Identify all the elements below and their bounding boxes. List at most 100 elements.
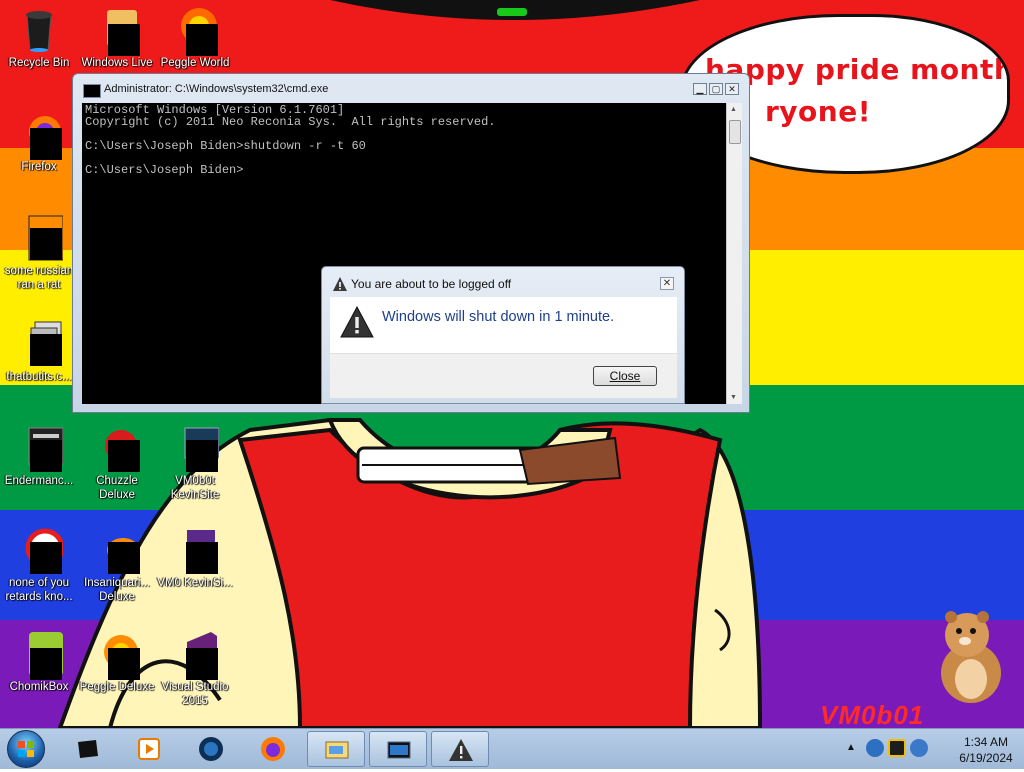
warning-icon (333, 277, 347, 291)
redacted-icon-block (108, 24, 140, 56)
peggle-deluxe-icon (93, 630, 141, 680)
speech-line-1: happy pride month (705, 53, 1010, 86)
file-icon (15, 214, 64, 262)
stack-windows-icon (15, 320, 63, 368)
desktop-icon-vm0-kevinsite[interactable]: VM0 KevinSi... (156, 526, 234, 590)
network-tray-icon[interactable] (866, 739, 884, 757)
desktop-icon-label: none of you retards kno... (5, 577, 73, 603)
desktop-icon-label: Peggle World (160, 57, 230, 69)
desktop-icon-visual-studio-2015[interactable]: Visual Studio 2015 (156, 630, 234, 708)
desktop-icon-label: Firefox (21, 161, 57, 173)
desktop-icon-recycle-bin[interactable]: Recycle Bin (0, 6, 78, 70)
close-window-button[interactable]: ✕ (725, 83, 739, 95)
taskbar: ▲ 1:34 AM 6/19/2024 (0, 728, 1024, 769)
taskbar-terminal-app[interactable] (58, 731, 116, 767)
window-app-icon (15, 424, 64, 472)
console-line: Copyright (c) 2011 Neo Reconia Sys. All … (85, 115, 496, 129)
redacted-icon-block (30, 334, 62, 366)
scroll-down-arrow-icon[interactable]: ▼ (730, 394, 737, 401)
redacted-icon-block (30, 440, 62, 472)
chuzzle-icon (93, 424, 141, 472)
cmd-window-icon (387, 741, 411, 759)
desktop-icon-peggle-deluxe[interactable]: Peggle Deluxe (78, 630, 156, 694)
hamster-image (941, 611, 1001, 703)
clock-time[interactable]: 1:34 AM (948, 735, 1024, 749)
taskbar-warning-window[interactable] (431, 731, 489, 767)
redacted-icon-block (186, 648, 218, 680)
wallpaper-watermark: VM0b01 (820, 700, 925, 728)
desktop-icon-label: Recycle Bin (8, 57, 70, 69)
cmd-title: Administrator: C:\Windows\system32\cmd.e… (104, 83, 329, 95)
document-shortcut-icon (171, 526, 219, 574)
explorer-window-icon (325, 741, 349, 759)
console-line: C:\Users\Joseph Biden>shutdown -r -t 60 (85, 139, 366, 153)
notification-tray-icon[interactable] (888, 739, 906, 757)
redacted-icon-block (186, 24, 218, 56)
desktop-icon-none-of-you[interactable]: none of you retards kno... (0, 526, 78, 604)
warning-large-icon (340, 306, 374, 338)
logoff-dialog[interactable]: You are about to be logged off ✕ Windows… (321, 266, 685, 404)
desktop-icon-thatbutits[interactable]: thatbutits.c... (0, 320, 78, 384)
minimize-button[interactable]: ▁ (693, 83, 707, 95)
show-hidden-icons-icon[interactable]: ▲ (846, 742, 856, 753)
speech-line-2: ryone! (765, 95, 871, 128)
desktop-icon-label: ChomikBox (9, 681, 69, 693)
dialog-close-x-button[interactable]: ✕ (660, 277, 674, 290)
firefox-icon (15, 110, 63, 160)
taskbar-firefox[interactable] (244, 731, 302, 767)
start-button[interactable] (7, 730, 45, 768)
desktop-icon-label: Endermanc... (4, 475, 74, 487)
dialog-message: Windows will shut down in 1 minute. (382, 309, 615, 325)
windows-live-icon (93, 6, 141, 56)
terminal-icon (78, 740, 98, 758)
desktop-icon-peggle-world[interactable]: Peggle World (156, 6, 234, 70)
visual-studio-icon (171, 630, 219, 680)
cmd-titlebar[interactable]: Administrator: C:\Windows\system32\cmd.e… (73, 74, 749, 104)
scroll-up-arrow-icon[interactable]: ▲ (730, 106, 737, 113)
redacted-icon-block (30, 128, 62, 160)
clock-date[interactable]: 6/19/2024 (948, 751, 1024, 765)
desktop-icon-label: VM0 KevinSi... (157, 577, 233, 589)
redacted-icon-block (186, 440, 218, 472)
desktop-icon-vm0b0t-kevinsite[interactable]: VM0b0t KevinSite (156, 424, 234, 502)
system-tray: ▲ 1:34 AM 6/19/2024 (840, 729, 1024, 769)
dialog-title: You are about to be logged off (351, 277, 512, 291)
globe-app-icon (199, 737, 223, 761)
taskbar-explorer-window[interactable] (307, 731, 365, 767)
desktop-icon-insaniquarium-deluxe[interactable]: Insaniquari... Deluxe (78, 526, 156, 604)
redacted-icon-block (108, 542, 140, 574)
close-button[interactable]: Close (593, 366, 657, 386)
desktop-icon-label: Visual Studio 2015 (161, 681, 229, 707)
console-prompt: C:\Users\Joseph Biden> (85, 163, 244, 177)
peggle-world-icon (171, 6, 219, 56)
taskbar-globe-app[interactable] (182, 731, 240, 767)
dialog-body: Windows will shut down in 1 minute. (330, 297, 677, 353)
firefox-icon (261, 737, 285, 761)
fish-icon (93, 526, 141, 574)
desktop-icon-some-russian-ran-a-rat[interactable]: some russian ran a rat (0, 214, 78, 292)
redacted-icon-block (30, 228, 62, 260)
scrollbar-thumb[interactable] (729, 120, 741, 144)
recycle-bin-icon (15, 6, 63, 54)
windows-logo-icon (18, 741, 34, 757)
cmd-scrollbar[interactable]: ▲ ▼ (726, 103, 742, 404)
warning-window-icon (449, 739, 473, 761)
dialog-footer: Close (330, 353, 677, 398)
chomikbox-icon (15, 630, 63, 680)
desktop-icon-label: Insaniquari... Deluxe (84, 577, 150, 603)
redacted-icon-block (108, 440, 140, 472)
media-player-icon (138, 738, 160, 760)
taskbar-media-player[interactable] (120, 731, 178, 767)
desktop-icon-label: VM0b0t KevinSite (170, 475, 220, 501)
desktop-icon-firefox[interactable]: Firefox (0, 110, 78, 174)
desktop-icon-chomikbox[interactable]: ChomikBox (0, 630, 78, 694)
desktop-icon-windows-live[interactable]: Windows Live (78, 6, 156, 70)
desktop-icon-chuzzle-deluxe[interactable]: Chuzzle Deluxe (78, 424, 156, 502)
maximize-button[interactable]: ▢ (709, 83, 723, 95)
sync-tray-icon[interactable] (910, 739, 928, 757)
monitor-shortcut-icon (171, 424, 220, 472)
desktop-icon-label: Windows Live (81, 57, 153, 69)
taskbar-cmd-window[interactable] (369, 731, 427, 767)
desktop-icon-label: some russian ran a rat (4, 265, 74, 291)
desktop-icon-endermanch[interactable]: Endermanc... (0, 424, 78, 488)
